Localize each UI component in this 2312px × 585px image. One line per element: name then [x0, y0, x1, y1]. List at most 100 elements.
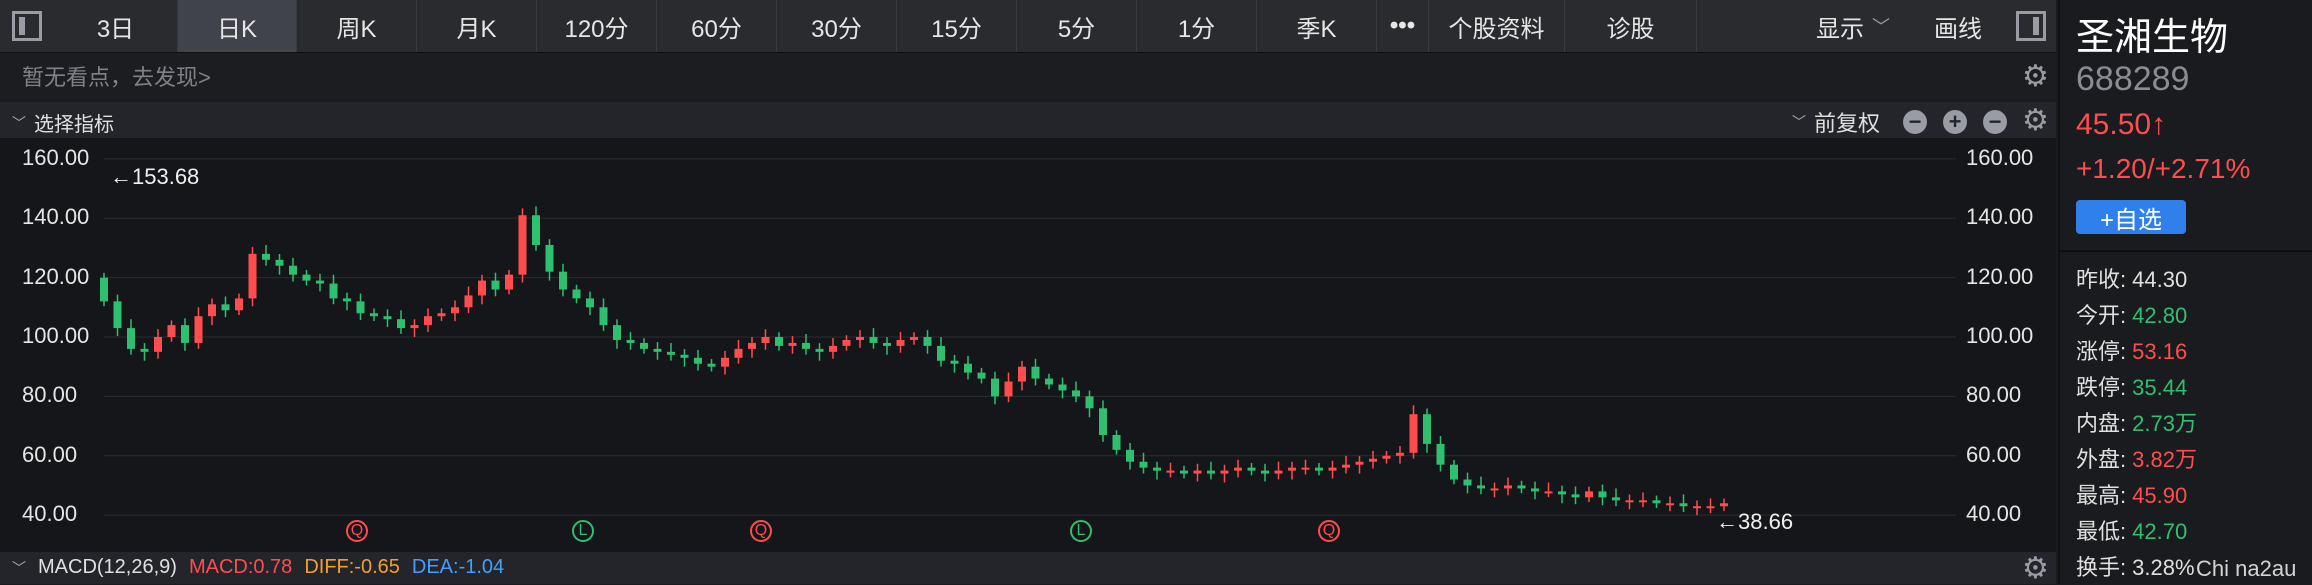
quote-field-7: 最低: 42.70 [2076, 514, 2187, 546]
adjust-label: 前复权 [1814, 111, 1881, 136]
candle-body [100, 277, 108, 302]
quote-field-2: 涨停: 53.16 [2076, 334, 2187, 366]
gear-icon[interactable]: ⚙ [2022, 62, 2049, 92]
toggle-left-panel-icon[interactable] [0, 0, 54, 52]
min-price-label: ←38.66 [1716, 509, 1794, 535]
dea-value: DEA:-1.04 [411, 556, 505, 578]
candle-body [1571, 494, 1580, 498]
candle-body [1477, 485, 1485, 489]
quote-field-6: 最高: 45.90 [2076, 478, 2187, 510]
indicator-bar [0, 102, 2056, 138]
toggle-right-panel-icon[interactable] [2004, 0, 2058, 52]
display-label: 显示 [1816, 15, 1864, 43]
candle-body [937, 345, 945, 361]
candle-body [626, 339, 635, 343]
candle-body [1679, 503, 1688, 507]
macd-legend: ﹀ MACD(12,26,9) MACD:0.78 DIFF:-0.65 DEA… [12, 556, 504, 579]
candle-body [1720, 503, 1728, 507]
adjust-dropdown[interactable]: ﹀ 前复权 [1792, 106, 1880, 138]
candle-body [1355, 461, 1364, 465]
tab-5min[interactable]: 5分 [1017, 0, 1137, 52]
candle-body [127, 328, 135, 349]
stock-info-button[interactable]: 个股资料 [1429, 0, 1565, 52]
quote-field-label: 内盘: [2076, 411, 2127, 436]
tab-30min[interactable]: 30分 [777, 0, 897, 52]
candle-body [559, 271, 567, 290]
tab-monthly-k[interactable]: 月K [417, 0, 537, 52]
quote-field-label: 昨收: [2076, 267, 2127, 292]
candle-body [1706, 506, 1715, 509]
candle-body [1328, 467, 1337, 471]
select-indicator-dropdown[interactable]: ﹀ 选择指标 [12, 108, 114, 137]
event-marker-red[interactable]: Q [750, 520, 772, 542]
candle-body [383, 316, 392, 320]
zoom-in-icon[interactable]: + [1943, 110, 1967, 134]
y-tick-left: 160.00 [22, 144, 90, 170]
minimize-icon[interactable]: − [1983, 110, 2007, 134]
y-tick-left: 120.00 [22, 263, 90, 289]
quote-field-label: 外盘: [2076, 447, 2127, 472]
candle-body [505, 274, 513, 290]
candle-body [680, 354, 689, 358]
gear-icon[interactable]: ⚙ [2022, 554, 2049, 584]
tab-quarterly-k[interactable]: 季K [1257, 0, 1377, 52]
quote-field-label: 最低: [2076, 519, 2127, 544]
y-tick-right: 60.00 [1966, 441, 2022, 467]
discover-link[interactable]: 暂无看点，去发现> [22, 60, 211, 92]
candle-body [1018, 366, 1026, 382]
candle-body [1301, 467, 1310, 470]
candle-body [869, 337, 878, 343]
candle-body [802, 342, 810, 349]
candle-body [302, 274, 311, 281]
candle-body [1004, 381, 1013, 397]
candle-body [734, 348, 743, 358]
tab-1min[interactable]: 1分 [1137, 0, 1257, 52]
quote-field-4: 内盘: 2.73万 [2076, 406, 2197, 438]
candle-body [532, 215, 540, 245]
candle-body [113, 301, 122, 329]
candle-body [991, 378, 999, 397]
candle-body [1153, 467, 1161, 471]
candle-body [1112, 434, 1121, 450]
diagnose-button[interactable]: 诊股 [1565, 0, 1697, 52]
quote-field-value: 42.70 [2132, 519, 2188, 544]
quote-field-5: 外盘: 3.82万 [2076, 442, 2197, 474]
event-marker-red[interactable]: Q [1318, 520, 1340, 542]
event-marker-red[interactable]: Q [346, 520, 368, 542]
quote-field-8: 换手: 3.28% [2076, 550, 2195, 582]
tab-weekly-k[interactable]: 周K [297, 0, 417, 52]
quote-field-value: 35.44 [2132, 375, 2188, 400]
more-button[interactable]: ••• [1377, 0, 1429, 52]
candle-body [1166, 470, 1175, 473]
tab-daily-k[interactable]: 日K [178, 0, 297, 52]
tab-15min[interactable]: 15分 [897, 0, 1017, 52]
event-marker-green[interactable]: L [1070, 520, 1092, 542]
quote-field-value: 45.90 [2132, 483, 2188, 508]
event-marker-green[interactable]: L [572, 520, 594, 542]
macd-name[interactable]: MACD(12,26,9) [38, 556, 177, 579]
candle-body [1666, 503, 1674, 506]
candle-body [694, 357, 702, 364]
candle-body [842, 339, 851, 346]
kline-chart[interactable] [0, 138, 2056, 552]
gear-icon[interactable]: ⚙ [2022, 106, 2049, 136]
tab-120min[interactable]: 120分 [537, 0, 657, 52]
add-watchlist-button[interactable]: +自选 [2076, 200, 2186, 234]
quote-field-label: 今开: [2076, 303, 2127, 328]
chevron-down-icon: ﹀ [12, 559, 26, 576]
watermark: Chi na2au [2196, 556, 2297, 581]
draw-line-button[interactable]: 画线 [1934, 0, 1982, 52]
candle-body [329, 283, 338, 299]
tab-60min[interactable]: 60分 [657, 0, 777, 52]
candle-body [316, 280, 324, 284]
candle-body [1072, 390, 1080, 397]
tab-3day[interactable]: 3日 [54, 0, 178, 52]
diff-value: DIFF:-0.65 [304, 556, 400, 578]
chevron-down-icon: ﹀ [12, 114, 26, 131]
candle-body [613, 325, 621, 340]
zoom-out-icon[interactable]: − [1903, 110, 1927, 134]
candle-body [1045, 378, 1053, 385]
display-dropdown[interactable]: 显示 ﹀ [1816, 0, 1890, 52]
candle-body [788, 342, 797, 346]
candle-body [370, 313, 378, 317]
